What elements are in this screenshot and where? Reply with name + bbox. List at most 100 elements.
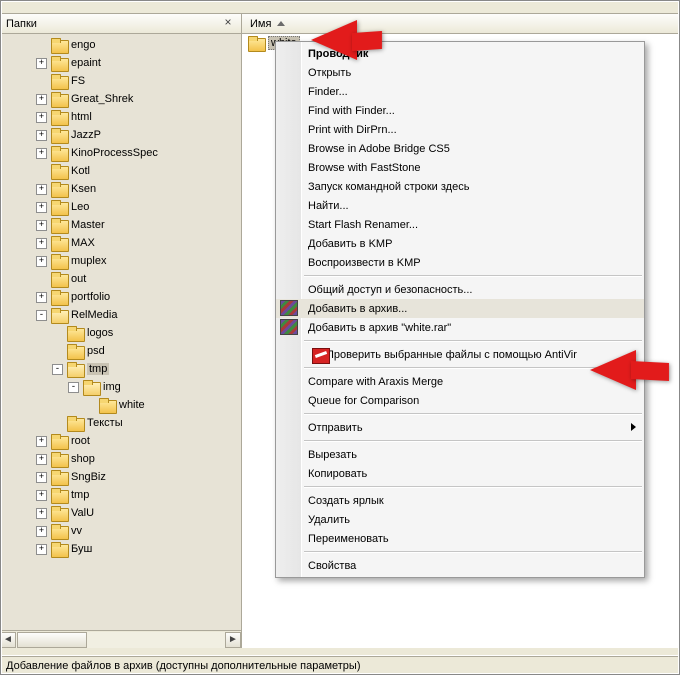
menu-item[interactable]: Browse with FastStone [276,158,644,177]
tree-row[interactable]: - img [0,378,241,396]
column-header-name[interactable]: Имя [250,18,271,30]
expand-icon[interactable]: + [36,292,47,303]
tree-item-label[interactable]: root [71,435,90,447]
tree-row[interactable]: +engo [0,36,241,54]
scroll-right-icon[interactable]: ► [225,632,241,648]
menu-item[interactable]: Создать ярлык [276,491,644,510]
tree-row[interactable]: + root [0,432,241,450]
tree-row[interactable]: +portfolio [0,288,241,306]
expand-icon[interactable]: + [36,184,47,195]
expand-icon[interactable]: + [36,490,47,501]
tree-item-label[interactable]: Leo [71,201,89,213]
tree-row[interactable]: + Leo [0,198,241,216]
tree-row[interactable]: +psd [0,342,241,360]
close-icon[interactable]: × [221,16,235,30]
tree-row[interactable]: + tmp [0,486,241,504]
tree-item-label[interactable]: ValU [71,507,94,519]
tree-row[interactable]: +SngBiz [0,468,241,486]
tree-item-label[interactable]: engo [71,39,95,51]
tree-item-label[interactable]: muplex [71,255,106,267]
expand-icon[interactable]: + [36,202,47,213]
tree-item-label[interactable]: shop [71,453,95,465]
menu-item[interactable]: Start Flash Renamer... [276,215,644,234]
menu-item[interactable]: Добавить в архив "white.rar" [276,318,644,337]
collapse-icon[interactable]: - [68,382,79,393]
tree-item-label[interactable]: KinoProcessSpec [71,147,158,159]
menu-item[interactable]: Свойства [276,556,644,575]
tree-row[interactable]: +Kotl [0,162,241,180]
expand-icon[interactable]: + [36,238,47,249]
tree-item-label[interactable]: tmp [71,489,89,501]
folder-tree[interactable]: +engo+epaint+FS+Great_Shrek+html+JazzP+K… [0,34,241,630]
expand-icon[interactable]: + [36,508,47,519]
menu-item[interactable]: Finder... [276,82,644,101]
tree-row[interactable]: + muplex [0,252,241,270]
tree-row[interactable]: + Great_Shrek [0,90,241,108]
tree-item-label[interactable]: html [71,111,92,123]
tree-item-label[interactable]: img [103,381,121,393]
tree-row[interactable]: +logos [0,324,241,342]
tree-row[interactable]: - RelMedia [0,306,241,324]
expand-icon[interactable]: + [36,112,47,123]
menu-item[interactable]: Добавить в KMP [276,234,644,253]
tree-item-label[interactable]: Master [71,219,105,231]
tree-item-label[interactable]: MAX [71,237,95,249]
tree-item-label[interactable]: JazzP [71,129,101,141]
tree-row[interactable]: - tmp [0,360,241,378]
tree-row[interactable]: +FS [0,72,241,90]
tree-row[interactable]: +out [0,270,241,288]
collapse-icon[interactable]: - [52,364,63,375]
expand-icon[interactable]: + [36,436,47,447]
tree-row[interactable]: +white [0,396,241,414]
menu-item[interactable]: Print with DirPrn... [276,120,644,139]
tree-item-label[interactable]: FS [71,75,85,87]
tree-row[interactable]: +Тексты [0,414,241,432]
horizontal-scrollbar[interactable]: ◄ ► [0,630,241,648]
tree-item-label[interactable]: psd [87,345,105,357]
scroll-thumb[interactable] [17,632,87,648]
menu-item[interactable]: Отправить [276,418,644,437]
tree-row[interactable]: + JazzP [0,126,241,144]
tree-item-label[interactable]: vv [71,525,82,537]
menu-item[interactable]: Вырезать [276,445,644,464]
tree-item-label[interactable]: Тексты [87,417,123,429]
tree-item-label[interactable]: logos [87,327,113,339]
tree-row[interactable]: + Master [0,216,241,234]
tree-row[interactable]: +vv [0,522,241,540]
menu-item[interactable]: Удалить [276,510,644,529]
tree-row[interactable]: + MAX [0,234,241,252]
expand-icon[interactable]: + [36,544,47,555]
context-menu[interactable]: ПроводникОткрытьFinder...Find with Finde… [275,41,645,578]
tree-row[interactable]: +epaint [0,54,241,72]
tree-item-label[interactable]: epaint [71,57,101,69]
collapse-icon[interactable]: - [36,310,47,321]
menu-item[interactable]: Открыть [276,63,644,82]
tree-item-label[interactable]: Great_Shrek [71,93,133,105]
menu-item[interactable]: Переименовать [276,529,644,548]
tree-item-label[interactable]: white [119,399,145,411]
menu-item[interactable]: Find with Finder... [276,101,644,120]
tree-row[interactable]: + ValU [0,504,241,522]
expand-icon[interactable]: + [36,256,47,267]
menu-item[interactable]: Копировать [276,464,644,483]
scroll-left-icon[interactable]: ◄ [0,632,16,648]
tree-item-label[interactable]: Буш [71,543,92,555]
tree-row[interactable]: + shop [0,450,241,468]
expand-icon[interactable]: + [36,94,47,105]
expand-icon[interactable]: + [36,220,47,231]
menu-item[interactable]: Добавить в архив... [276,299,644,318]
expand-icon[interactable]: + [36,472,47,483]
menu-item[interactable]: Общий доступ и безопасность... [276,280,644,299]
tree-item-label[interactable]: RelMedia [71,309,117,321]
tree-row[interactable]: + html [0,108,241,126]
column-header[interactable]: Имя [242,14,680,34]
tree-item-label[interactable]: tmp [87,363,109,375]
menu-item[interactable]: Проверить выбранные файлы с помощью Anti… [276,345,644,364]
expand-icon[interactable]: + [36,130,47,141]
menu-item[interactable]: Browse in Adobe Bridge CS5 [276,139,644,158]
expand-icon[interactable]: + [36,454,47,465]
menu-item[interactable]: Queue for Comparison [276,391,644,410]
menu-item[interactable]: Compare with Araxis Merge [276,372,644,391]
menu-item[interactable]: Найти... [276,196,644,215]
tree-item-label[interactable]: Kotl [71,165,90,177]
